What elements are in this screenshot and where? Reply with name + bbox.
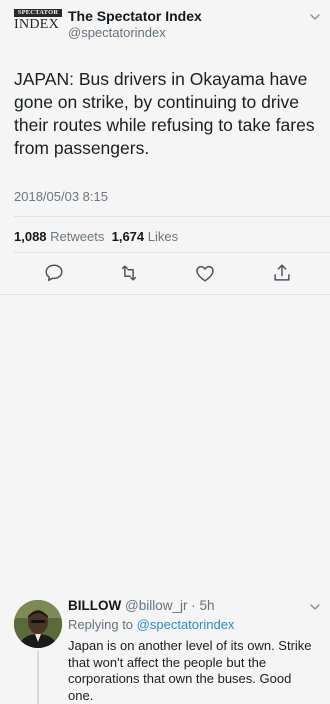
- tweet-actions: [0, 262, 330, 286]
- share-icon[interactable]: [271, 262, 293, 284]
- thread-line: [37, 651, 39, 704]
- divider: [14, 216, 330, 217]
- tweet-stats: 1,088 Retweets 1,674 Likes: [14, 229, 178, 244]
- retweet-icon[interactable]: [118, 262, 140, 284]
- author-name[interactable]: The Spectator Index: [68, 8, 202, 24]
- reply-author[interactable]: BILLOW @billow_jr · 5h: [68, 598, 215, 613]
- avatar-image: [14, 600, 62, 648]
- tweet-timestamp: 2018/05/03 8:15: [14, 189, 108, 204]
- retweets-label[interactable]: Retweets: [50, 229, 104, 244]
- logo-bottom-text: INDEX: [14, 17, 60, 32]
- spectator-index-logo[interactable]: SPECTATOR INDEX: [14, 9, 62, 39]
- reply-author-name[interactable]: BILLOW: [68, 598, 121, 613]
- avatar[interactable]: [14, 600, 62, 648]
- divider: [0, 294, 330, 295]
- likes-label[interactable]: Likes: [148, 229, 178, 244]
- replying-prefix: Replying to: [68, 617, 134, 632]
- retweets-count[interactable]: 1,088: [14, 229, 47, 244]
- reply-handle-time[interactable]: @billow_jr · 5h: [125, 598, 214, 613]
- logo-top-text: SPECTATOR: [14, 9, 62, 17]
- comment-icon[interactable]: [43, 262, 65, 284]
- heart-icon[interactable]: [194, 262, 216, 284]
- author-handle[interactable]: @spectatorindex: [68, 25, 166, 40]
- tweet-text: JAPAN: Bus drivers in Okayama have gone …: [14, 69, 315, 158]
- replying-to: Replying to @spectatorindex: [68, 617, 234, 632]
- chevron-down-icon[interactable]: [308, 10, 322, 24]
- likes-count[interactable]: 1,674: [112, 229, 145, 244]
- divider: [14, 252, 330, 253]
- reply-text: Japan is on another level of its own. St…: [68, 638, 312, 703]
- chevron-down-icon[interactable]: [308, 600, 322, 614]
- replying-to-link[interactable]: @spectatorindex: [137, 617, 235, 632]
